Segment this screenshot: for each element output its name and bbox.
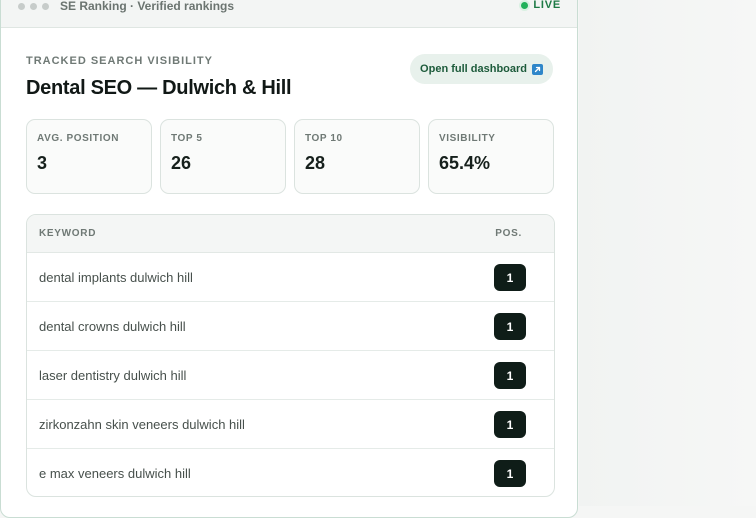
table-row[interactable]: dental implants dulwich hill 1 — [27, 253, 554, 302]
open-dashboard-label: Open full dashboard — [420, 63, 527, 75]
stat-label: VISIBILITY — [439, 133, 496, 144]
stat-label: TOP 5 — [171, 133, 203, 144]
stat-value: 28 — [305, 153, 326, 173]
keyword-cell: dental crowns dulwich hill — [39, 319, 186, 334]
widget-window: SE Ranking · Verified rankings LIVE TRAC… — [0, 0, 578, 518]
table-header: KEYWORD POS. — [27, 215, 554, 253]
keyword-cell: zirkonzahn skin veneers dulwich hill — [39, 417, 245, 432]
stat-card-visibility: VISIBILITY 65.4% — [428, 119, 554, 194]
column-header-position[interactable]: POS. — [495, 228, 522, 239]
position-badge: 1 — [494, 460, 526, 487]
window-title: SE Ranking · Verified rankings — [60, 0, 235, 13]
live-indicator: LIVE — [521, 0, 561, 11]
window-dot-icon[interactable] — [18, 3, 25, 10]
live-label: LIVE — [533, 0, 561, 11]
stat-card-top5: TOP 5 26 — [160, 119, 286, 194]
table-row[interactable]: zirkonzahn skin veneers dulwich hill 1 — [27, 400, 554, 449]
stat-value: 3 — [37, 153, 48, 173]
position-badge: 1 — [494, 313, 526, 340]
window-dot-icon[interactable] — [42, 3, 49, 10]
open-dashboard-button[interactable]: Open full dashboard — [410, 54, 553, 84]
window-dot-icon[interactable] — [30, 3, 37, 10]
stat-card-top10: TOP 10 28 — [294, 119, 420, 194]
table-row[interactable]: e max veneers dulwich hill 1 — [27, 449, 554, 496]
position-badge: 1 — [494, 362, 526, 389]
stat-value: 26 — [171, 153, 192, 173]
page-title: Dental SEO — Dulwich & Hill — [26, 77, 292, 99]
position-badge: 1 — [494, 411, 526, 438]
table-row[interactable]: laser dentistry dulwich hill 1 — [27, 351, 554, 400]
keyword-cell: laser dentistry dulwich hill — [39, 368, 187, 383]
stat-value: 65.4% — [439, 153, 491, 173]
page-backdrop — [579, 0, 756, 506]
keyword-cell: e max veneers dulwich hill — [39, 466, 191, 481]
stat-label: TOP 10 — [305, 133, 343, 144]
stats-row: AVG. POSITION 3 TOP 5 26 TOP 10 28 VISIB… — [26, 119, 554, 194]
section-eyebrow: TRACKED SEARCH VISIBILITY — [26, 55, 213, 67]
column-header-keyword[interactable]: KEYWORD — [39, 228, 96, 239]
position-badge: 1 — [494, 264, 526, 291]
window-controls — [18, 3, 49, 10]
live-dot-icon — [521, 1, 529, 9]
external-link-icon — [532, 63, 543, 75]
stat-card-avg-position: AVG. POSITION 3 — [26, 119, 152, 194]
rankings-table: KEYWORD POS. dental implants dulwich hil… — [26, 214, 555, 497]
stat-label: AVG. POSITION — [37, 133, 120, 144]
keyword-cell: dental implants dulwich hill — [39, 270, 193, 285]
table-row[interactable]: dental crowns dulwich hill 1 — [27, 302, 554, 351]
window-titlebar: SE Ranking · Verified rankings LIVE — [1, 0, 577, 28]
